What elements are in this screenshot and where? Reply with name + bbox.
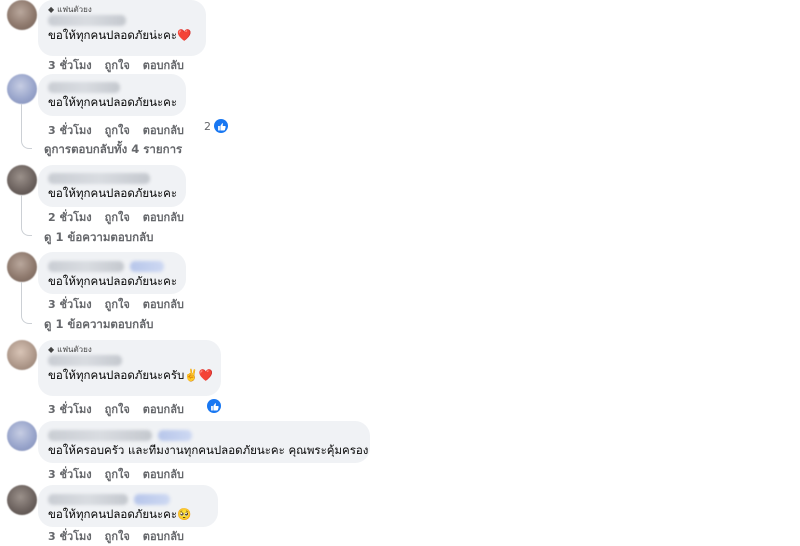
like-button[interactable]: ถูกใจ bbox=[105, 208, 130, 226]
fan-badge: ◆ แฟนตัวยง bbox=[48, 344, 211, 354]
comment-bubble: ◆ แฟนตัวยง ขอให้ทุกคนปลอดภัยนะครับ✌️❤️ bbox=[38, 340, 221, 396]
reply-button[interactable]: ตอบกลับ bbox=[143, 400, 184, 418]
reply-button[interactable]: ตอบกลับ bbox=[143, 208, 184, 226]
timestamp-link[interactable]: 3 ชั่วโมง bbox=[48, 56, 92, 74]
timestamp-link[interactable]: 3 ชั่วโมง bbox=[48, 465, 92, 483]
reaction-count: 2 bbox=[204, 119, 211, 133]
avatar[interactable] bbox=[7, 340, 37, 370]
comment-bubble: ◆ แฟนตัวยง ขอให้ทุกคนปลอดภัยน่ะคะ❤️ bbox=[38, 0, 206, 56]
reply-button[interactable]: ตอบกลับ bbox=[143, 121, 184, 139]
reply-thread-line bbox=[21, 282, 32, 324]
comment-text: ขอให้ทุกคนปลอดภัยนะคะ🥺 bbox=[48, 507, 192, 521]
badge-label: แฟนตัวยง bbox=[57, 344, 92, 354]
commenter-name[interactable] bbox=[48, 173, 150, 184]
comment-bubble: ขอให้ทุกคนปลอดภัยนะคะ bbox=[38, 252, 186, 294]
comment-bubble: ขอให้ทุกคนปลอดภัยนะคะ bbox=[38, 74, 186, 116]
view-replies-link[interactable]: ดู 1 ข้อความตอบกลับ bbox=[44, 229, 153, 247]
emoji: 🥺 bbox=[177, 507, 192, 521]
commenter-tag[interactable] bbox=[158, 430, 192, 441]
comment-actions: 3 ชั่วโมง ถูกใจ ตอบกลับ bbox=[48, 465, 184, 483]
comment-actions: 2 ชั่วโมง ถูกใจ ตอบกลับ bbox=[48, 208, 184, 226]
commenter-name[interactable] bbox=[48, 15, 126, 26]
comment-text: ขอให้ทุกคนปลอดภัยน่ะคะ❤️ bbox=[48, 28, 192, 42]
comment-text: ขอให้ทุกคนปลอดภัยนะคะ bbox=[48, 274, 178, 288]
commenter-name[interactable] bbox=[48, 261, 124, 272]
commenter-name[interactable] bbox=[48, 355, 122, 366]
like-button[interactable]: ถูกใจ bbox=[105, 465, 130, 483]
comment-actions: 3 ชั่วโมง ถูกใจ ตอบกลับ bbox=[48, 121, 184, 139]
diamond-icon: ◆ bbox=[48, 4, 55, 14]
avatar[interactable] bbox=[7, 252, 37, 282]
commenter-tag[interactable] bbox=[130, 261, 164, 272]
like-button[interactable]: ถูกใจ bbox=[105, 121, 130, 139]
reply-button[interactable]: ตอบกลับ bbox=[143, 56, 184, 74]
commenter-tag[interactable] bbox=[134, 494, 170, 505]
comment-bubble: ขอให้ครอบครัว และทีมงานทุกคนปลอดภัยนะคะ … bbox=[38, 421, 370, 463]
reply-button[interactable]: ตอบกลับ bbox=[143, 527, 184, 545]
commenter-name[interactable] bbox=[48, 82, 120, 93]
timestamp-link[interactable]: 3 ชั่วโมง bbox=[48, 121, 92, 139]
avatar[interactable] bbox=[7, 165, 37, 195]
commenter-name[interactable] bbox=[48, 430, 152, 441]
comment-text: ขอให้ทุกคนปลอดภัยนะคะ bbox=[48, 186, 178, 200]
emoji: ✌️❤️ bbox=[184, 368, 213, 382]
like-button[interactable]: ถูกใจ bbox=[105, 295, 130, 313]
heart-emoji: ❤️ bbox=[177, 28, 192, 42]
like-button[interactable]: ถูกใจ bbox=[105, 527, 130, 545]
badge-label: แฟนตัวยง bbox=[57, 4, 92, 14]
comment-bubble: ขอให้ทุกคนปลอดภัยนะคะ🥺 bbox=[38, 485, 218, 527]
comment-actions: 3 ชั่วโมง ถูกใจ ตอบกลับ bbox=[48, 56, 184, 74]
timestamp-link[interactable]: 3 ชั่วโมง bbox=[48, 527, 92, 545]
reply-thread-line bbox=[21, 104, 32, 149]
comment-text: ขอให้ครอบครัว และทีมงานทุกคนปลอดภัยนะคะ … bbox=[48, 443, 369, 457]
reply-thread-line bbox=[21, 195, 32, 236]
timestamp-link[interactable]: 2 ชั่วโมง bbox=[48, 208, 92, 226]
reply-button[interactable]: ตอบกลับ bbox=[143, 465, 184, 483]
comment-actions: 3 ชั่วโมง ถูกใจ ตอบกลับ bbox=[48, 400, 184, 418]
like-reaction-icon bbox=[207, 399, 221, 413]
avatar[interactable] bbox=[7, 421, 37, 451]
view-replies-link[interactable]: ดูการตอบกลับทั้ง 4 รายการ bbox=[44, 141, 182, 159]
commenter-name[interactable] bbox=[48, 494, 128, 505]
like-reaction-icon bbox=[214, 119, 228, 133]
avatar[interactable] bbox=[7, 74, 37, 104]
reply-button[interactable]: ตอบกลับ bbox=[143, 295, 184, 313]
like-button[interactable]: ถูกใจ bbox=[105, 56, 130, 74]
timestamp-link[interactable]: 3 ชั่วโมง bbox=[48, 400, 92, 418]
comment-text: ขอให้ทุกคนปลอดภัยนะคะ bbox=[48, 95, 178, 109]
comment-actions: 3 ชั่วโมง ถูกใจ ตอบกลับ bbox=[48, 295, 184, 313]
diamond-icon: ◆ bbox=[48, 344, 55, 354]
avatar[interactable] bbox=[7, 485, 37, 515]
avatar[interactable] bbox=[7, 0, 37, 30]
comment-text: ขอให้ทุกคนปลอดภัยนะครับ✌️❤️ bbox=[48, 368, 213, 382]
reaction-summary[interactable] bbox=[207, 399, 221, 413]
fan-badge: ◆ แฟนตัวยง bbox=[48, 4, 196, 14]
comment-actions: 3 ชั่วโมง ถูกใจ ตอบกลับ bbox=[48, 527, 184, 545]
like-button[interactable]: ถูกใจ bbox=[105, 400, 130, 418]
view-replies-link[interactable]: ดู 1 ข้อความตอบกลับ bbox=[44, 316, 153, 334]
timestamp-link[interactable]: 3 ชั่วโมง bbox=[48, 295, 92, 313]
reaction-summary[interactable]: 2 bbox=[204, 119, 228, 133]
comment-bubble: ขอให้ทุกคนปลอดภัยนะคะ bbox=[38, 165, 186, 207]
